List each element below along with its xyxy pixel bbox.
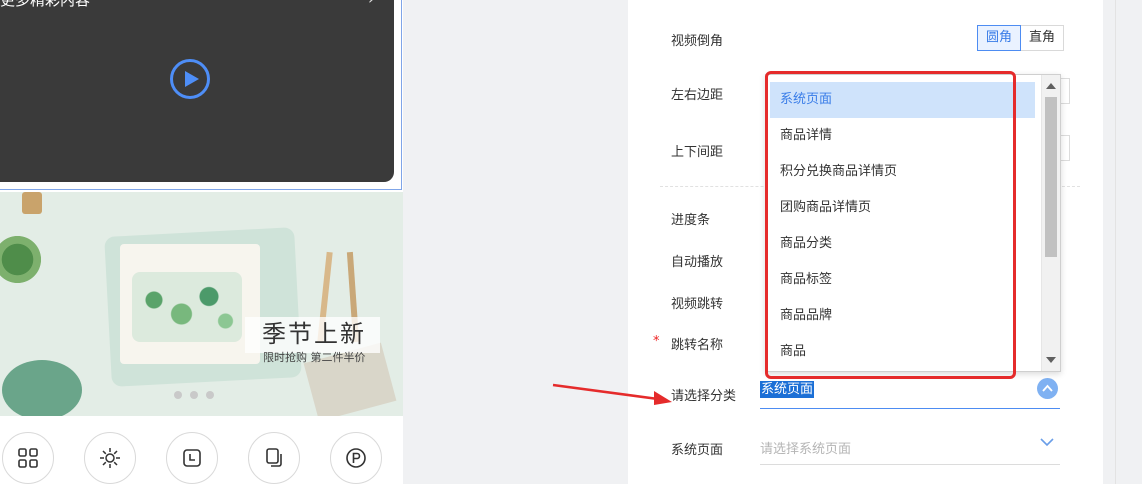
lr-margin-label: 左右边距	[671, 88, 724, 103]
video-selection-outline	[0, 0, 402, 190]
scroll-thumb[interactable]	[1045, 97, 1057, 257]
scroll-down-arrow[interactable]	[1046, 357, 1056, 363]
slide-dot[interactable]	[174, 391, 182, 399]
category-label: 请选择分类	[671, 389, 737, 404]
progress-label: 进度条	[671, 213, 711, 228]
system-page-placeholder: 请选择系统页面	[760, 442, 852, 457]
scroll-up-arrow[interactable]	[1046, 83, 1056, 89]
slide-dot[interactable]	[190, 391, 198, 399]
chevron-down-icon	[1040, 438, 1054, 447]
video-corner-label: 视频倒角	[671, 34, 724, 49]
required-mark: *	[653, 334, 660, 349]
chevron-up-icon[interactable]	[1037, 378, 1058, 399]
banner-image[interactable]	[0, 192, 403, 416]
autoplay-label: 自动播放	[671, 255, 724, 270]
right-rail	[1115, 0, 1142, 484]
grid-icon[interactable]	[2, 432, 54, 484]
category-select[interactable]: 系统页面	[760, 375, 1060, 409]
banner-title: 季节上新	[262, 320, 366, 348]
annotation-arrow	[552, 383, 672, 405]
annotation-highlight-box	[765, 71, 1016, 379]
system-page-select[interactable]: 请选择系统页面	[760, 432, 1060, 465]
points-icon[interactable]	[330, 432, 382, 484]
copy-icon[interactable]	[248, 432, 300, 484]
sun-icon[interactable]	[84, 432, 136, 484]
corner-toggle: 圆角 直角	[977, 25, 1065, 51]
category-select-value: 系统页面	[760, 381, 815, 398]
system-page-label: 系统页面	[671, 443, 724, 458]
clock-icon[interactable]	[166, 432, 218, 484]
corner-square-option[interactable]: 直角	[1021, 25, 1065, 51]
slide-dot[interactable]	[206, 391, 214, 399]
video-jump-label: 视频跳转	[671, 297, 724, 312]
tb-spacing-label: 上下间距	[671, 145, 724, 160]
dropdown-scrollbar[interactable]	[1041, 75, 1060, 371]
banner-subtitle: 限时抢购 第二件半价	[263, 351, 366, 364]
corner-round-option[interactable]: 圆角	[977, 25, 1022, 51]
jump-name-label: 跳转名称	[671, 338, 724, 353]
mobile-preview: 更多精彩内容 › 季节上新 限时抢购 第二件半价	[0, 0, 403, 484]
